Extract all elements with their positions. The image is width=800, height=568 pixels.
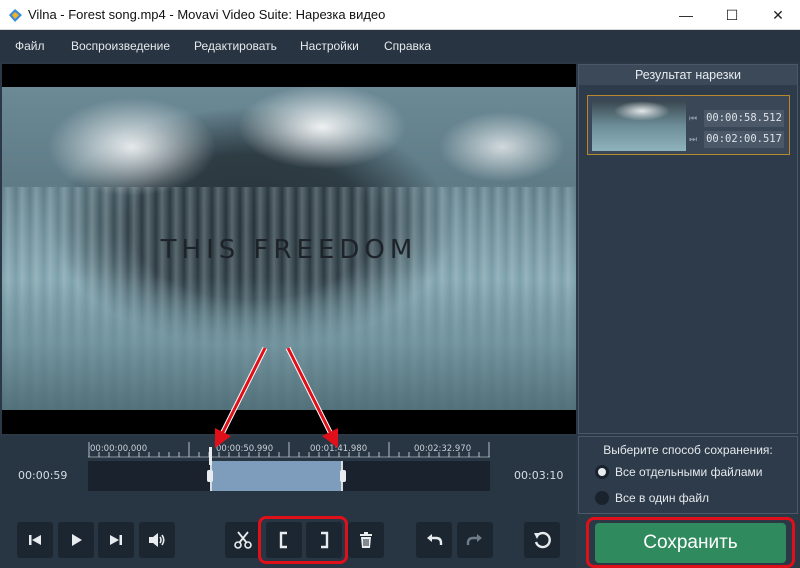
total-time: 00:03:10: [514, 469, 564, 482]
undo-button[interactable]: [416, 522, 452, 558]
play-icon: [72, 534, 82, 546]
tick-label-2: 00:00:50.990: [216, 444, 274, 454]
save-options-panel: Выберите способ сохранения: Все отдельны…: [578, 436, 798, 514]
menu-bar: Файл Воспроизведение Редактировать Настр…: [0, 30, 800, 62]
volume-button[interactable]: [139, 522, 175, 558]
window-title: Vilna - Forest song.mp4 - Movavi Video S…: [28, 7, 386, 22]
clip-thumbnail: [592, 101, 686, 151]
mist-texture: [2, 277, 576, 410]
play-button[interactable]: [58, 522, 94, 558]
highlight-frame-markers: [258, 516, 348, 564]
skip-forward-icon: [110, 535, 122, 545]
video-caption: THIS FREEDOM: [160, 235, 418, 265]
radio-single-file[interactable]: [595, 491, 609, 505]
app-icon: [8, 8, 23, 23]
radio-single-file-label[interactable]: Все в один файл: [615, 491, 709, 505]
redo-button[interactable]: [457, 522, 493, 558]
menu-settings[interactable]: Настройки: [300, 39, 359, 53]
undo-icon: [427, 534, 443, 545]
reset-icon: [534, 531, 551, 549]
radio-separate-files-label[interactable]: Все отдельными файлами: [615, 465, 762, 479]
playhead[interactable]: [209, 447, 212, 465]
video-frame: THIS FREEDOM: [2, 87, 576, 410]
clip-end-time: 00:02:00.517: [704, 131, 784, 148]
trash-icon: [360, 532, 372, 548]
menu-playback[interactable]: Воспроизведение: [71, 39, 170, 53]
clip-start-time: 00:00:58.512: [704, 110, 784, 127]
cut-button[interactable]: [225, 522, 261, 558]
video-preview[interactable]: THIS FREEDOM: [2, 64, 576, 434]
tick-label-4: 00:02:32.970: [414, 444, 472, 454]
clip-start-icon: ⏮: [689, 113, 698, 123]
menu-file[interactable]: Файл: [15, 39, 45, 53]
minimize-button[interactable]: —: [663, 0, 709, 30]
skip-back-button[interactable]: [17, 522, 53, 558]
menu-edit[interactable]: Редактировать: [194, 39, 277, 53]
redo-icon: [466, 534, 482, 545]
selection-start-handle[interactable]: [207, 470, 213, 482]
highlight-frame-save: [586, 517, 795, 568]
menu-help[interactable]: Справка: [384, 39, 431, 53]
clip-end-icon: ⏭: [689, 134, 698, 144]
skip-forward-button[interactable]: [98, 522, 134, 558]
timeline-selection[interactable]: [210, 461, 343, 491]
current-time: 00:00:59: [18, 469, 68, 482]
radio-separate-files[interactable]: [595, 465, 609, 479]
delete-button[interactable]: [348, 522, 384, 558]
selection-end-handle[interactable]: [340, 470, 346, 482]
skip-back-icon: [29, 535, 41, 545]
clip-item[interactable]: ⏮ 00:00:58.512 ⏭ 00:02:00.517: [587, 95, 790, 155]
scissors-icon: [234, 531, 252, 549]
close-button[interactable]: ✕: [755, 0, 800, 30]
result-panel: Результат нарезки ⏮ 00:00:58.512 ⏭ 00:02…: [578, 64, 798, 434]
title-bar: Vilna - Forest song.mp4 - Movavi Video S…: [0, 0, 800, 30]
reset-button[interactable]: [524, 522, 560, 558]
maximize-button[interactable]: ☐: [709, 0, 755, 30]
result-panel-title: Результат нарезки: [579, 65, 797, 85]
tick-label-1: 00:00:00.000: [90, 444, 148, 454]
save-options-title: Выберите способ сохранения:: [603, 443, 773, 457]
tick-label-3: 00:01:41.980: [310, 444, 368, 454]
volume-icon: [149, 533, 165, 547]
